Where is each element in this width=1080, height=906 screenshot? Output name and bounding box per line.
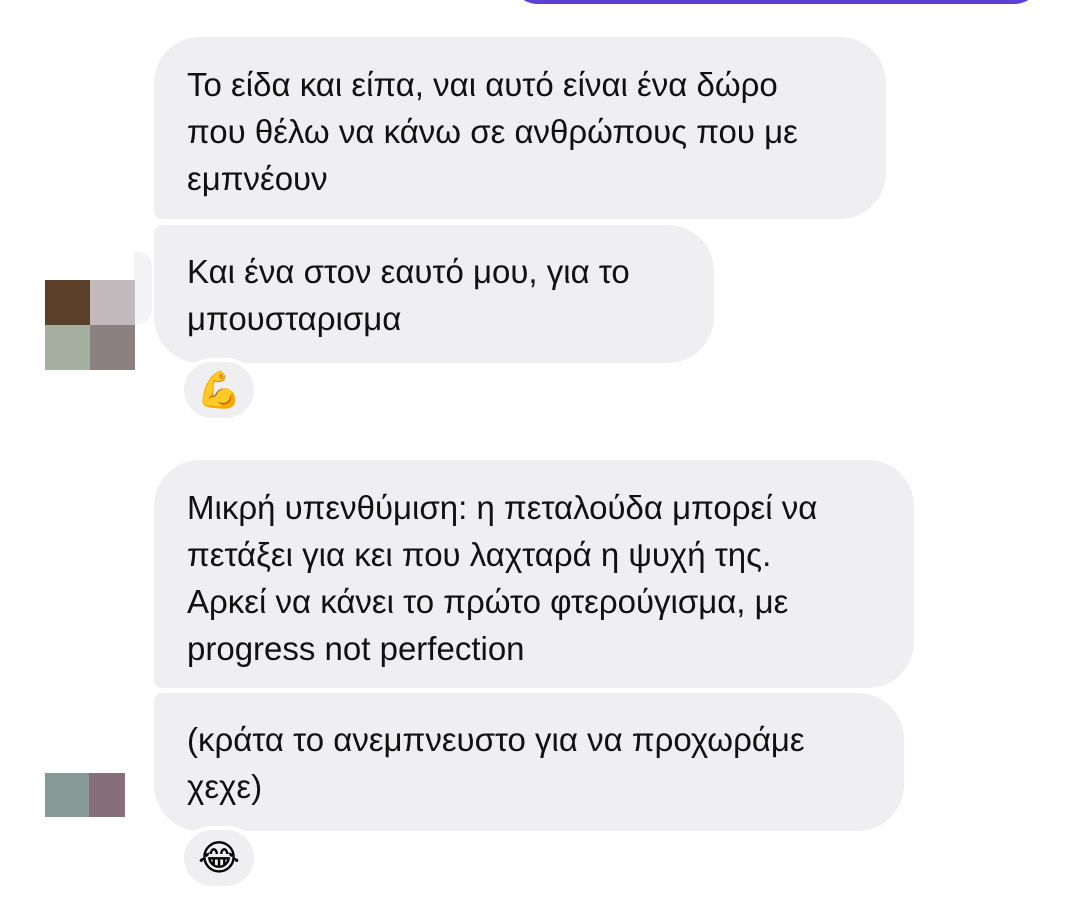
avatar-pixel (45, 280, 90, 325)
message-bubble[interactable]: Και ένα στον εαυτό μου, για το μπουσταρι… (154, 225, 714, 363)
chat-thread: Το είδα και είπα, ναι αυτό είναι ένα δώρ… (0, 0, 1080, 906)
sent-message-bubble-edge[interactable] (510, 0, 1042, 4)
message-bubble[interactable]: (κράτα το ανεμπνευστο για να προχωράμε χ… (154, 693, 904, 831)
avatar-pixel (45, 773, 89, 817)
message-text: Μικρή υπενθύμιση: η πεταλούδα μπορεί να … (187, 489, 818, 667)
avatar-pixel (45, 325, 90, 370)
avatar-pixel (90, 325, 135, 370)
avatar-pixel (90, 280, 135, 325)
flexed-biceps-icon: 💪 (196, 369, 242, 410)
message-text: Το είδα και είπα, ναι αυτό είναι ένα δώρ… (187, 66, 798, 197)
contact-avatar[interactable] (45, 773, 125, 817)
tears-of-joy-icon: 😂 (197, 837, 241, 878)
message-bubble[interactable]: Το είδα και είπα, ναι αυτό είναι ένα δώρ… (154, 37, 886, 219)
avatar-shadow (134, 252, 152, 324)
reaction-badge[interactable]: 😂 (180, 826, 258, 890)
avatar-pixel (89, 773, 125, 817)
reaction-badge[interactable]: 💪 (180, 358, 258, 422)
message-text: Και ένα στον εαυτό μου, για το μπουσταρι… (187, 253, 630, 337)
message-bubble[interactable]: Μικρή υπενθύμιση: η πεταλούδα μπορεί να … (154, 460, 914, 688)
message-text: (κράτα το ανεμπνευστο για να προχωράμε χ… (187, 721, 805, 805)
contact-avatar[interactable] (45, 280, 135, 370)
